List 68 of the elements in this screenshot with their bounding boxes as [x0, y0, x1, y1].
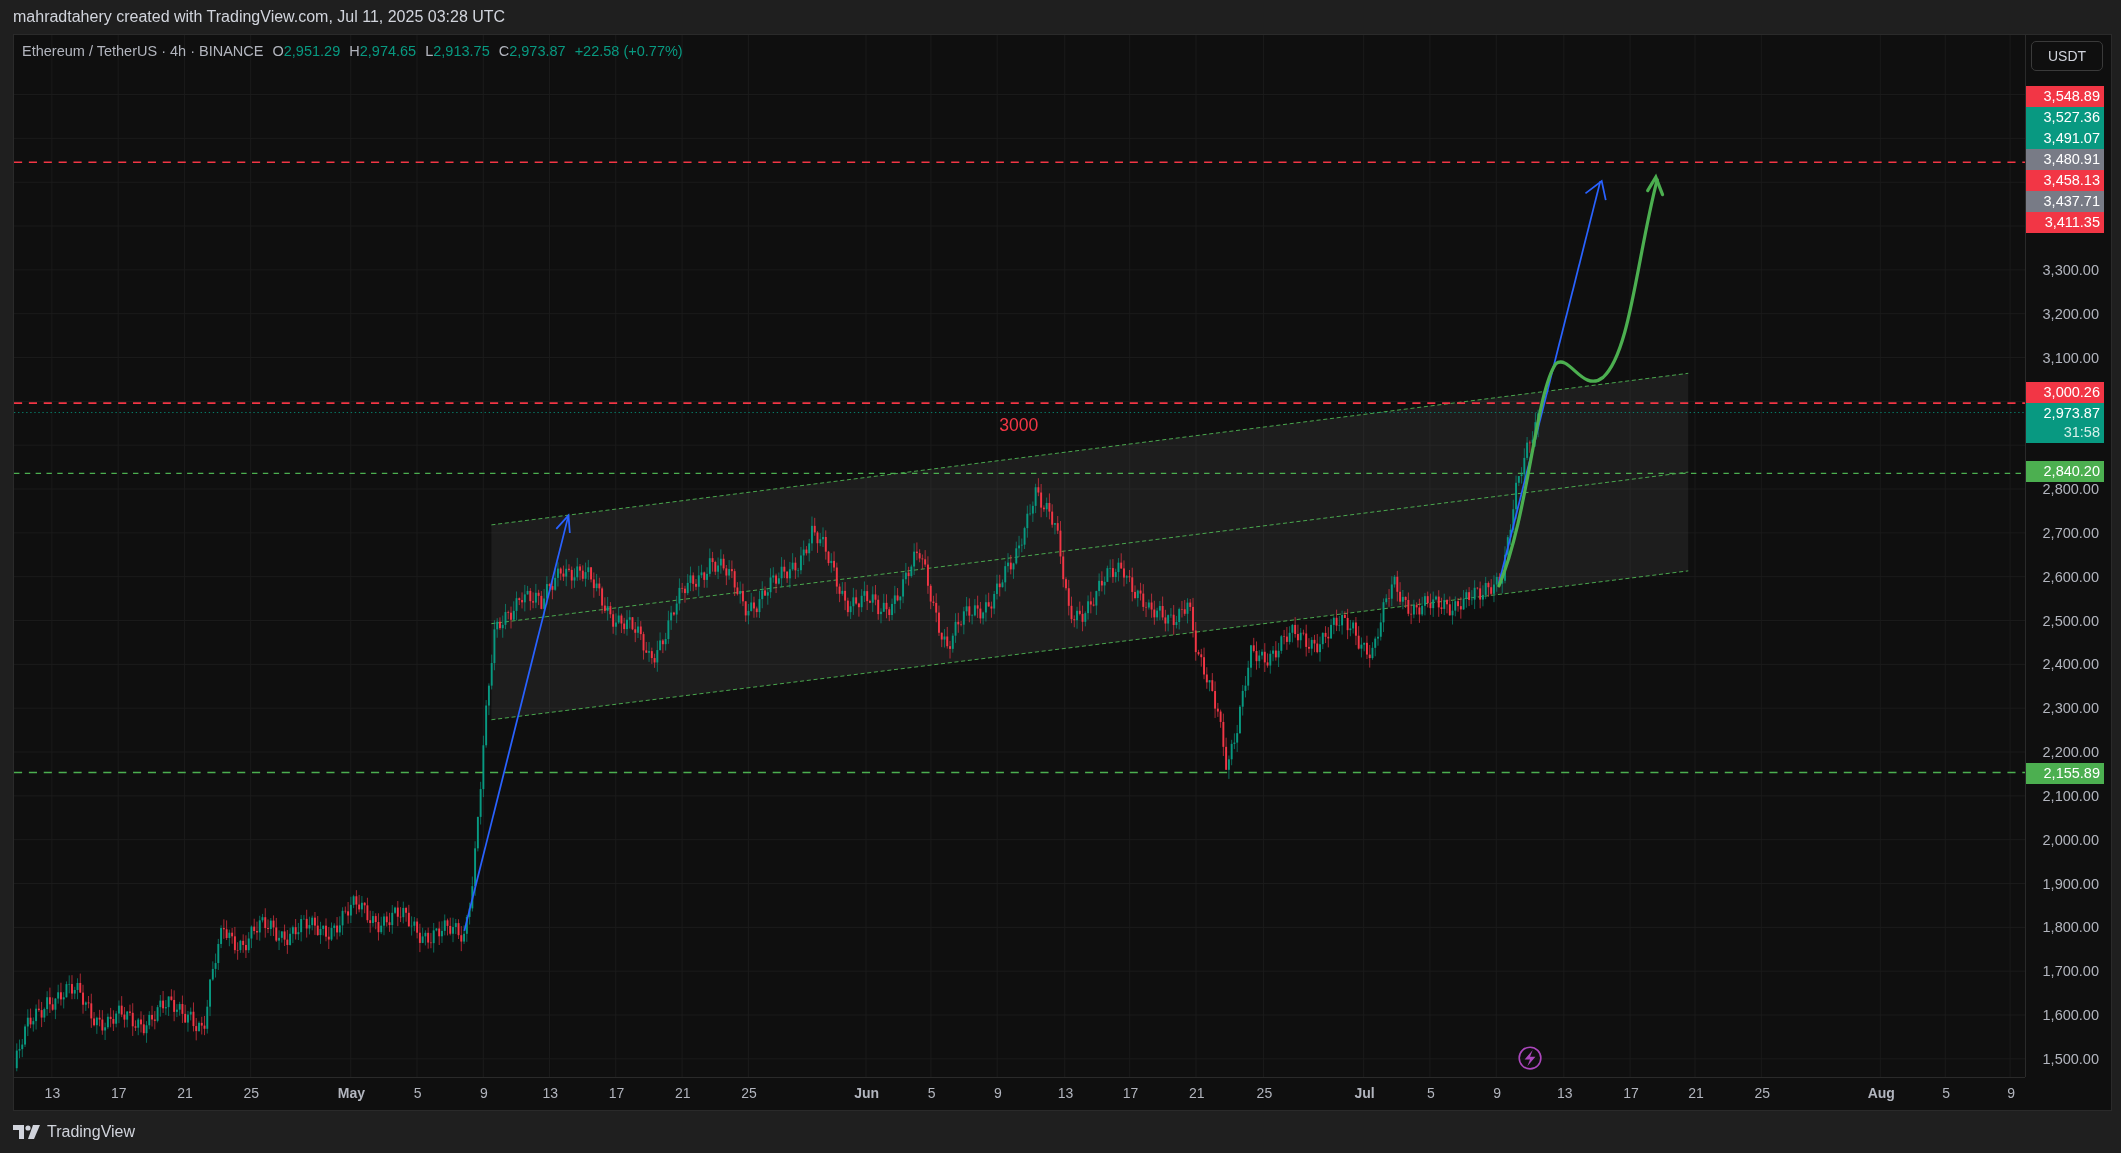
price-tag: 3,548.89	[2026, 86, 2104, 107]
time-axis-label: 5	[1426, 1085, 1435, 1101]
time-axis-label: 13	[542, 1085, 558, 1101]
ohlc-value: O2,951.29	[272, 43, 341, 59]
time-axis-label: 25	[741, 1085, 757, 1101]
time-axis-label: 9	[994, 1085, 1002, 1101]
time-axis-label: 21	[177, 1085, 193, 1101]
price-tag: 3,411.35	[2026, 212, 2104, 233]
time-axis-label: 9	[480, 1085, 488, 1101]
price-tag: 3,491.07	[2026, 128, 2104, 149]
time-axis-label: 17	[1623, 1085, 1639, 1101]
brand-name: TradingView	[47, 1123, 136, 1141]
attribution-text: mahradtahery created with TradingView.com, Jul 11, 2025 03:28 UTC	[13, 8, 506, 26]
price-tag: 2,155.89	[2026, 763, 2104, 784]
price-tick-label: 3,200.00	[2042, 305, 2099, 323]
lightning-icon	[1518, 1046, 1542, 1070]
time-axis-label: May	[337, 1085, 365, 1101]
time-axis-label: 17	[1122, 1085, 1139, 1101]
price-tag: 3,458.13	[2026, 170, 2104, 191]
price-tick-label: 3,100.00	[2042, 348, 2099, 367]
price-tick-label: 1,800.00	[2042, 918, 2099, 937]
price-tag: 2,973.87 31:58	[2026, 403, 2104, 443]
price-tick-label: 2,100.00	[2042, 786, 2099, 805]
price-tick-label: 2,600.00	[2042, 567, 2099, 586]
time-axis-label: 17	[608, 1085, 625, 1101]
price-tick-label: 3,300.00	[2042, 261, 2099, 280]
ohlc-value: L2,913.75	[425, 43, 490, 59]
time-axis-label: Jul	[1354, 1085, 1375, 1101]
ohlc-value: H2,974.65	[349, 43, 417, 59]
price-tick-label: 2,000.00	[2042, 830, 2099, 849]
time-axis-label: 5	[927, 1085, 936, 1101]
price-tick-label: 2,500.00	[2042, 611, 2099, 630]
currency-button[interactable]: USDT	[2031, 41, 2103, 71]
price-tick-label: 2,700.00	[2042, 524, 2099, 543]
time-axis-label: 25	[1754, 1085, 1770, 1101]
price-tick-label: 1,600.00	[2042, 1005, 2099, 1024]
time-axis-label: 21	[674, 1085, 691, 1101]
price-tag: 3,437.71	[2026, 191, 2104, 212]
time-axis-label: 17	[110, 1085, 127, 1101]
time-axis-label: 21	[1688, 1085, 1704, 1101]
time-axis-label: 21	[1189, 1085, 1205, 1101]
time-axis-label: 13	[1057, 1085, 1074, 1101]
price-tag: 3,000.26	[2026, 382, 2104, 403]
price-tick-label: 1,500.00	[2042, 1049, 2099, 1068]
time-axis-label: Aug	[1867, 1085, 1895, 1101]
time-axis-label: 9	[2007, 1085, 2015, 1101]
time-axis-label: 25	[1256, 1085, 1273, 1101]
price-tag: 3,480.91	[2026, 149, 2104, 170]
symbol-title: Ethereum / TetherUS · 4h · BINANCE	[22, 43, 264, 59]
price-tick-label: 2,400.00	[2042, 655, 2099, 674]
time-axis-label: 13	[44, 1085, 61, 1101]
time-axis-label: 9	[1493, 1085, 1501, 1101]
price-change: +22.58 (+0.77%)	[574, 43, 683, 59]
price-tick-label: 2,800.00	[2042, 480, 2099, 499]
price-tag: 3,527.36	[2026, 107, 2104, 128]
chart-annotation: 3000	[999, 415, 1039, 436]
price-tick-label: 1,900.00	[2042, 874, 2099, 893]
ohlc-value: C2,973.87	[498, 43, 566, 59]
time-axis-label: 5	[413, 1085, 422, 1101]
price-tag: 2,840.20	[2026, 461, 2104, 482]
time-axis-label: Jun	[854, 1085, 880, 1101]
brand-logo-icon	[13, 1125, 41, 1139]
time-axis-label: 13	[1556, 1085, 1573, 1101]
time-axis-label: 25	[243, 1085, 259, 1101]
time-axis-label: 5	[1942, 1085, 1951, 1101]
price-tick-label: 1,700.00	[2042, 962, 2099, 981]
price-tick-label: 2,300.00	[2042, 699, 2099, 718]
price-tick-label: 2,200.00	[2042, 743, 2099, 762]
